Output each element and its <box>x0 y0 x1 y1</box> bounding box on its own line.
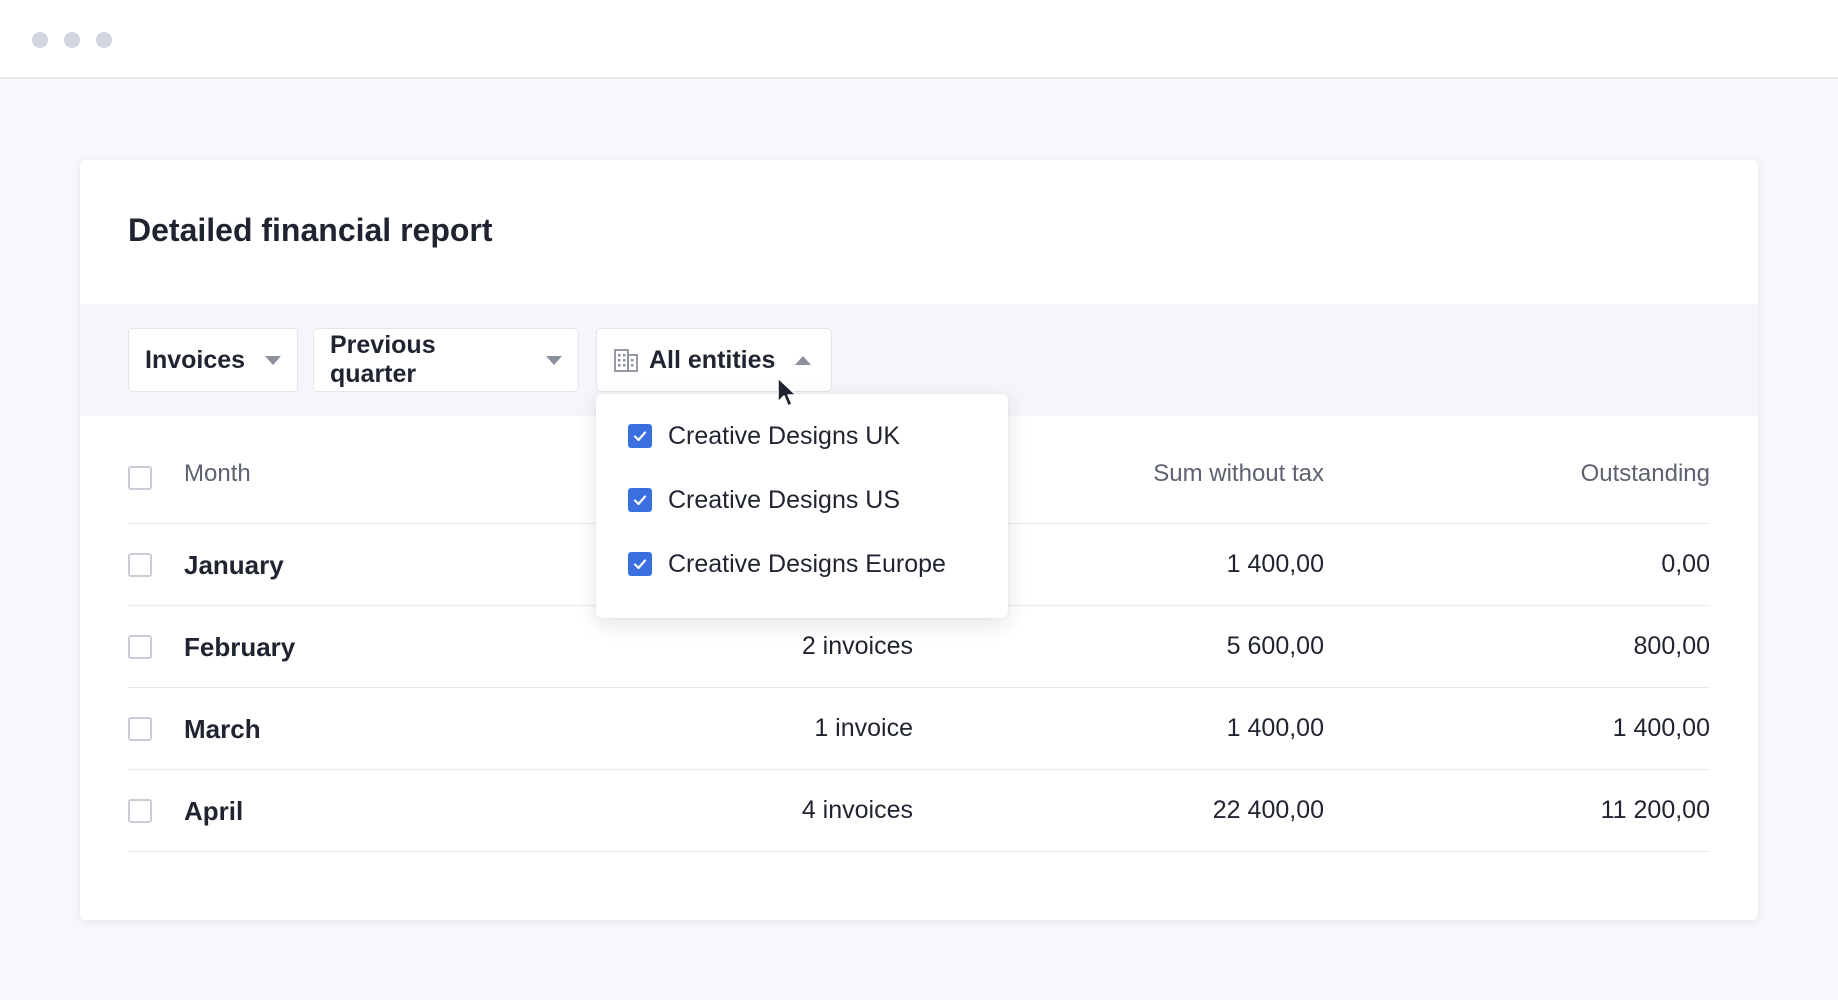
window-close-dot[interactable] <box>32 32 48 48</box>
row-checkbox[interactable] <box>128 717 152 741</box>
row-checkbox[interactable] <box>128 553 152 577</box>
sum-cell: 5 600,00 <box>1226 632 1324 660</box>
period-label: Previous quarter <box>330 331 436 388</box>
checkmark-icon <box>633 431 647 442</box>
checkmark-icon <box>633 495 647 506</box>
invoice-count-cell: 2 invoices <box>801 632 913 660</box>
row-checkbox[interactable] <box>128 635 152 659</box>
row-checkbox[interactable] <box>128 799 152 823</box>
outstanding-cell: 800,00 <box>1633 632 1710 660</box>
column-header-sum[interactable]: Sum without tax <box>1153 460 1324 488</box>
window-minimize-dot[interactable] <box>64 32 80 48</box>
month-cell: February <box>184 632 296 662</box>
entity-option-label: Creative Designs UK <box>668 421 901 450</box>
entities-label: All entities <box>649 345 776 374</box>
table-row[interactable]: April 4 invoices 22 400,00 11 200,00 <box>128 770 1710 852</box>
period-dropdown[interactable]: Previous quarter <box>313 328 579 392</box>
checkmark-icon <box>633 559 647 570</box>
entity-option-us[interactable]: Creative Designs US <box>628 480 900 520</box>
entity-option-label: Creative Designs Europe <box>668 549 946 578</box>
checkbox-checked[interactable] <box>628 488 652 512</box>
invoice-count-cell: 1 invoice <box>814 714 913 742</box>
outstanding-cell: 11 200,00 <box>1600 796 1710 824</box>
document-type-label: Invoices <box>145 345 246 374</box>
column-header-outstanding[interactable]: Outstanding <box>1581 460 1710 488</box>
entity-option-uk[interactable]: Creative Designs UK <box>628 416 900 456</box>
document-type-dropdown[interactable]: Invoices <box>128 328 298 392</box>
entities-dropdown-menu: Creative Designs UK Creative Designs US … <box>596 394 1008 618</box>
month-cell: March <box>184 714 261 744</box>
checkbox-checked[interactable] <box>628 552 652 576</box>
building-icon <box>614 349 638 372</box>
outstanding-cell: 1 400,00 <box>1612 714 1710 742</box>
sum-cell: 1 400,00 <box>1226 714 1324 742</box>
sum-cell: 1 400,00 <box>1226 550 1324 578</box>
entity-option-label: Creative Designs US <box>668 485 901 514</box>
outstanding-cell: 0,00 <box>1661 550 1710 578</box>
table-row[interactable]: February 2 invoices 5 600,00 800,00 <box>128 606 1710 688</box>
invoice-count-cell: 4 invoices <box>801 796 913 824</box>
caret-up-icon <box>795 355 812 365</box>
caret-down-icon <box>265 355 282 365</box>
mouse-pointer-icon <box>777 377 797 407</box>
select-all-checkbox[interactable] <box>128 466 152 490</box>
table-row[interactable]: March 1 invoice 1 400,00 1 400,00 <box>128 688 1710 770</box>
window-maximize-dot[interactable] <box>96 32 112 48</box>
sum-cell: 22 400,00 <box>1212 796 1324 824</box>
window-titlebar <box>0 0 1838 79</box>
caret-down-icon <box>546 355 562 365</box>
month-cell: April <box>184 796 244 826</box>
column-header-month[interactable]: Month <box>184 460 251 488</box>
page-title: Detailed financial report <box>128 212 493 248</box>
month-cell: January <box>184 550 284 580</box>
checkbox-checked[interactable] <box>628 424 652 448</box>
entity-option-europe[interactable]: Creative Designs Europe <box>628 544 946 584</box>
